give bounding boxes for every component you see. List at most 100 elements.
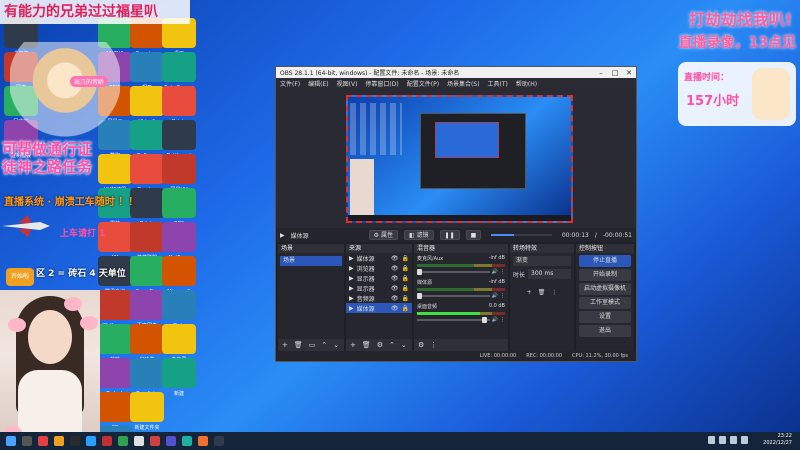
volume-slider[interactable] (417, 293, 490, 299)
duration-input[interactable]: 300 ms (528, 269, 571, 279)
desktop-shortcut-icon[interactable]: 新建 (162, 358, 196, 397)
taskbar-app-icon[interactable] (214, 436, 224, 446)
menu-item[interactable]: 文件(F) (280, 79, 300, 88)
taskbar-app-icon[interactable] (22, 436, 32, 446)
mixer-more-icon[interactable]: ⋮ (430, 341, 437, 349)
minimize-icon[interactable]: – (594, 69, 608, 77)
desktop-shortcut-icon[interactable]: 网易UU (162, 154, 196, 193)
taskbar: 23:22 2022/12/27 (0, 432, 800, 450)
source-settings-icon[interactable]: ⚙ (377, 341, 383, 349)
taskbar-app-icon[interactable] (102, 436, 112, 446)
volume-slider[interactable] (417, 317, 490, 323)
lock-icon[interactable]: 🔒 (402, 285, 409, 292)
move-down-icon[interactable]: ⌄ (333, 341, 339, 349)
remove-scene-icon[interactable]: 🗑 (294, 341, 303, 349)
taskbar-app-icon[interactable] (86, 436, 96, 446)
remove-source-icon[interactable]: 🗑 (362, 341, 371, 349)
system-tray[interactable] (708, 436, 748, 444)
source-item[interactable]: ▶ 显示器 👁 🔒 (346, 283, 412, 293)
desktop-shortcut-icon[interactable]: NetEase (162, 222, 196, 261)
menu-item[interactable]: 编辑(E) (308, 79, 328, 88)
channel-settings-icon[interactable]: ⋮ (500, 269, 505, 275)
menu-item[interactable]: 停靠窗口(D) (365, 79, 398, 88)
add-transition-icon[interactable]: + (527, 289, 532, 296)
speaker-icon[interactable]: 🔊 (492, 317, 498, 323)
source-item[interactable]: ▶ 显示器 👁 🔒 (346, 273, 412, 283)
control-button[interactable]: 退出 (579, 325, 631, 337)
menu-item[interactable]: 场景集合(S) (447, 79, 480, 88)
visibility-icon[interactable]: 👁 (391, 255, 399, 262)
taskbar-app-icon[interactable] (70, 436, 80, 446)
lock-icon[interactable]: 🔒 (402, 275, 409, 282)
desktop-shortcut-icon[interactable]: Battle.net (162, 120, 196, 159)
mixer-settings-icon[interactable]: ⚙ (418, 341, 424, 349)
speaker-icon[interactable]: 🔊 (492, 293, 498, 299)
desktop-shortcut-icon[interactable]: Origin (162, 86, 196, 125)
maximize-icon[interactable]: □ (608, 69, 622, 77)
control-button[interactable]: 启动虚拟摄像机 (579, 283, 631, 295)
taskbar-app-icon[interactable] (134, 436, 144, 446)
taskbar-app-icon[interactable] (166, 436, 176, 446)
taskbar-app-icon[interactable] (150, 436, 160, 446)
filters-button[interactable]: ◧ 滤镜 (403, 230, 434, 240)
lock-icon[interactable]: 🔒 (402, 255, 409, 262)
taskbar-app-icon[interactable] (38, 436, 48, 446)
transition-select[interactable]: 渐变 (513, 256, 571, 266)
source-item[interactable]: ▶ 音频源 👁 🔒 (346, 293, 412, 303)
taskbar-app-icon[interactable] (54, 436, 64, 446)
visibility-icon[interactable]: 👁 (391, 265, 399, 272)
properties-button[interactable]: ⚙ 属性 (368, 230, 398, 240)
menu-item[interactable]: 帮助(H) (516, 79, 537, 88)
add-scene-icon[interactable]: + (282, 341, 288, 349)
stop-button[interactable]: ■ (465, 230, 482, 240)
visibility-icon[interactable]: 👁 (391, 305, 399, 312)
preview-canvas[interactable] (346, 95, 573, 223)
volume-slider[interactable] (417, 269, 490, 275)
start-icon[interactable] (6, 436, 16, 446)
menu-item[interactable]: 视图(V) (337, 79, 358, 88)
remove-transition-icon[interactable]: 🗑 (538, 289, 546, 296)
move-up-icon[interactable]: ⌃ (321, 341, 327, 349)
visibility-icon[interactable]: 👁 (391, 285, 399, 292)
preview-area[interactable] (276, 88, 636, 228)
source-item[interactable]: ▶ 媒体源 👁 🔒 (346, 253, 412, 263)
taskbar-app-icon[interactable] (182, 436, 192, 446)
lock-icon[interactable]: 🔒 (402, 305, 409, 312)
play-icon[interactable]: ▶ (280, 232, 285, 239)
speaker-icon[interactable]: 🔊 (492, 269, 498, 275)
filter-scene-icon[interactable]: ▭ (309, 341, 316, 349)
control-button[interactable]: 工作室模式 (579, 297, 631, 309)
taskbar-app-icon[interactable] (198, 436, 208, 446)
menu-item[interactable]: 工具(T) (488, 79, 508, 88)
desktop-shortcut-icon[interactable]: Epic Games (162, 52, 196, 91)
transition-more-icon[interactable]: ⋮ (551, 289, 557, 296)
clock[interactable]: 23:22 2022/12/27 (763, 433, 792, 447)
move-down-icon[interactable]: ⌄ (401, 341, 407, 349)
source-item[interactable]: ▶ 媒体源 👁 🔒 (346, 303, 412, 313)
taskbar-app-icon[interactable] (118, 436, 128, 446)
lock-icon[interactable]: 🔒 (402, 295, 409, 302)
scene-item[interactable]: 场景 (280, 256, 342, 266)
seek-bar[interactable] (491, 234, 552, 236)
source-name: 浏览器 (356, 265, 375, 273)
pause-button[interactable]: ❚❚ (439, 230, 460, 240)
desktop-shortcut-icon[interactable]: Minecraft (162, 256, 196, 295)
obs-window[interactable]: OBS 28.1.1 (64-bit, windows) - 配置文件: 未命名… (275, 66, 637, 362)
channel-settings-icon[interactable]: ⋮ (500, 317, 505, 323)
menu-item[interactable]: 配置文件(P) (407, 79, 439, 88)
close-icon[interactable]: ✕ (622, 69, 636, 77)
lock-icon[interactable]: 🔒 (402, 265, 409, 272)
visibility-icon[interactable]: 👁 (391, 275, 399, 282)
control-button[interactable]: 停止直播 (579, 255, 631, 267)
visibility-icon[interactable]: 👁 (391, 295, 399, 302)
desktop-shortcut-icon[interactable]: Pixiv (162, 290, 196, 329)
add-source-icon[interactable]: + (350, 341, 356, 349)
move-up-icon[interactable]: ⌃ (389, 341, 395, 349)
control-button[interactable]: 设置 (579, 311, 631, 323)
window-titlebar[interactable]: OBS 28.1.1 (64-bit, windows) - 配置文件: 未命名… (276, 67, 636, 78)
desktop-shortcut-icon[interactable]: 备忘录 (162, 324, 196, 363)
desktop-shortcut-icon[interactable]: OBS (162, 188, 196, 227)
source-item[interactable]: ▶ 浏览器 👁 🔒 (346, 263, 412, 273)
channel-settings-icon[interactable]: ⋮ (500, 293, 505, 299)
control-button[interactable]: 开始录制 (579, 269, 631, 281)
